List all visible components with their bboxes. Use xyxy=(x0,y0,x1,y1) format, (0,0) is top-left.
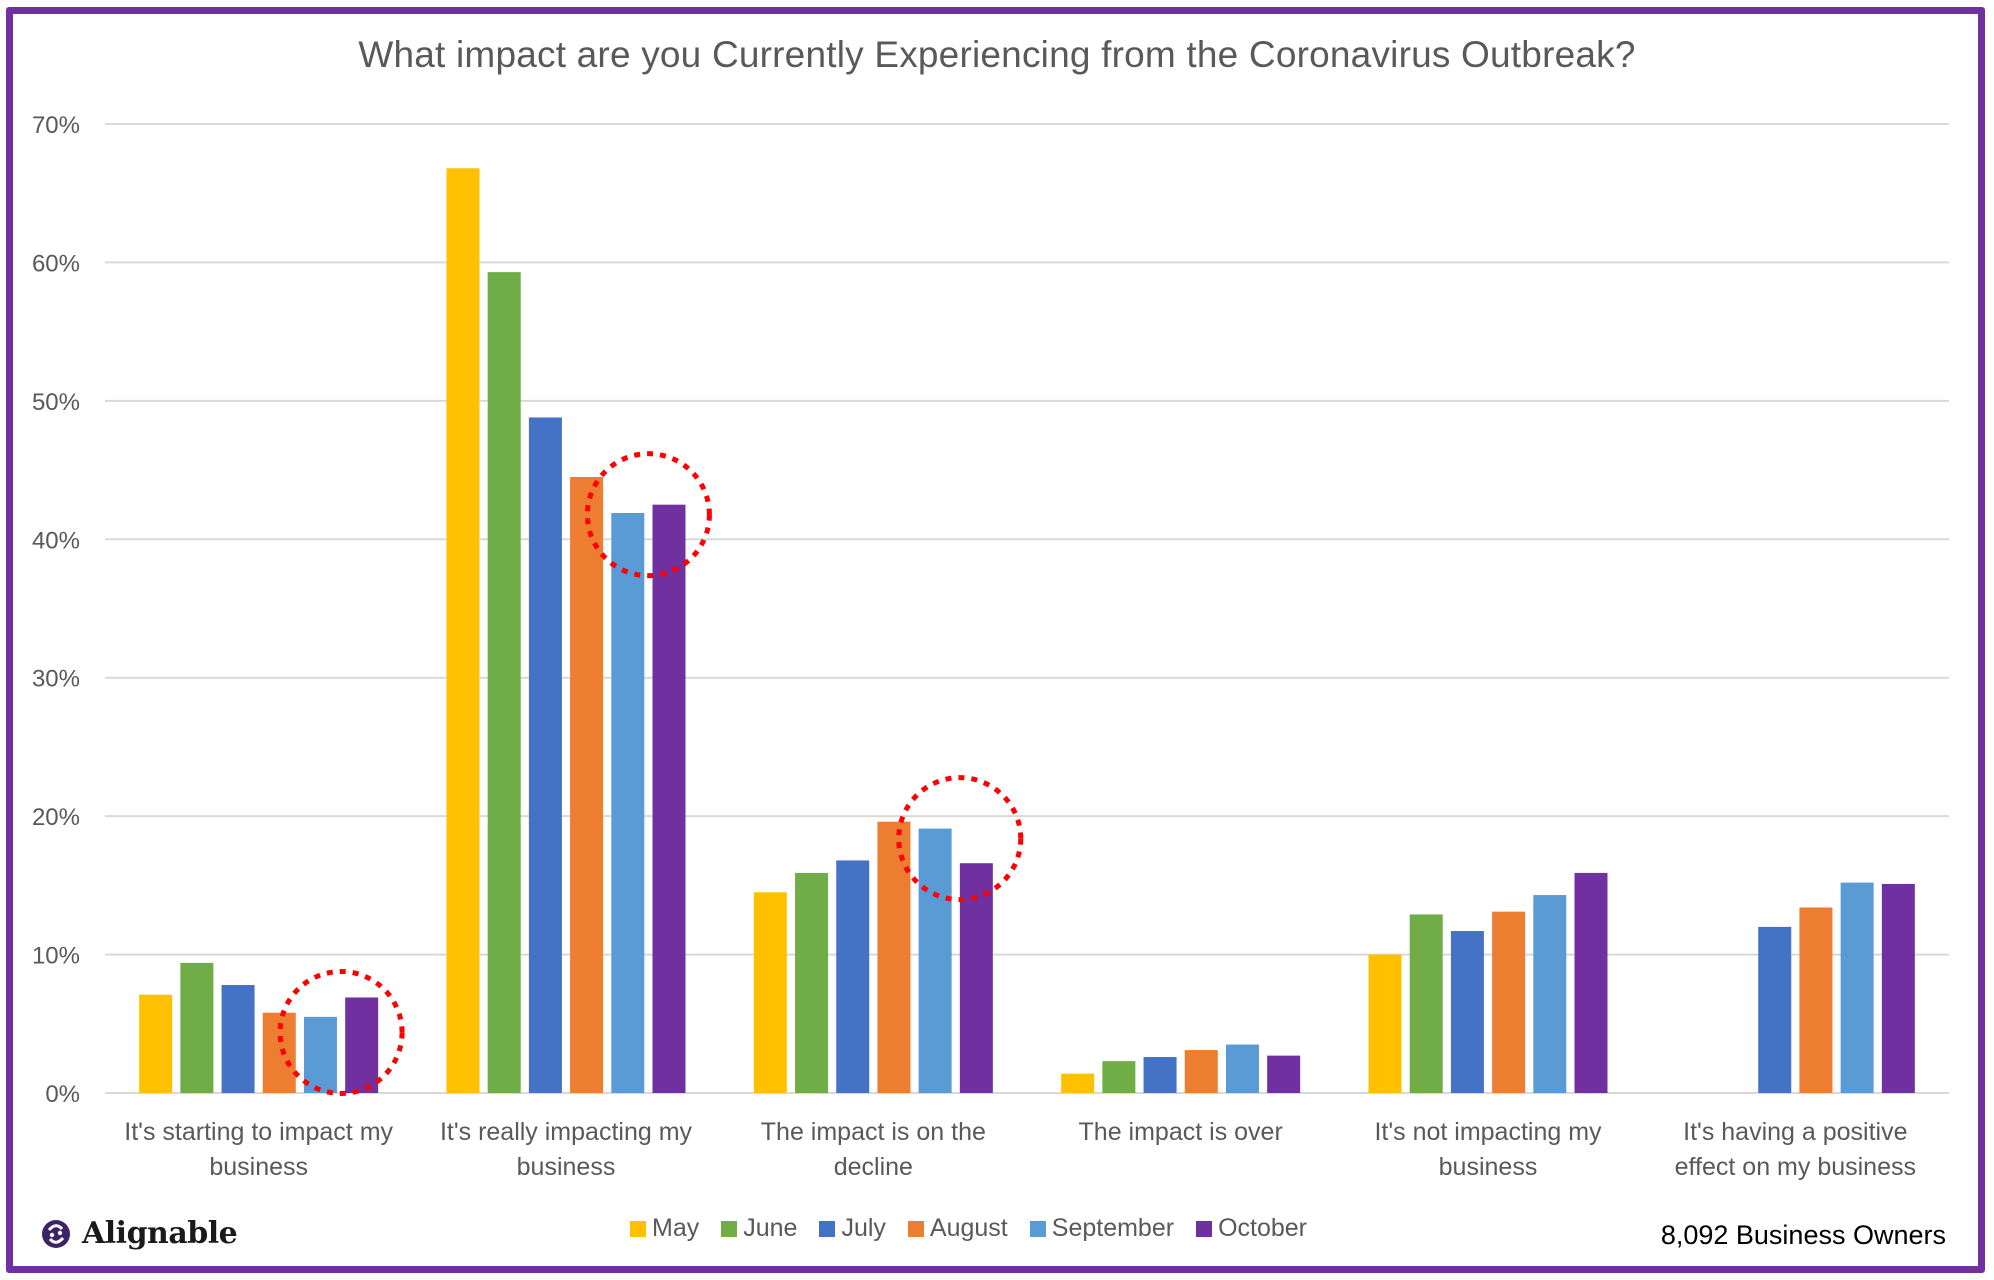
x-tick-label: decline xyxy=(834,1153,913,1181)
bar-october xyxy=(652,504,686,1093)
bar-june xyxy=(795,872,829,1093)
brand-logo: Alignable xyxy=(40,1216,238,1251)
legend-swatch xyxy=(907,1220,924,1237)
x-tick-label: effect on my business xyxy=(1675,1153,1916,1181)
x-tick-label: business xyxy=(517,1153,616,1181)
bar-may xyxy=(139,994,173,1093)
highlight-circle xyxy=(584,451,712,579)
x-tick-label: business xyxy=(209,1153,308,1181)
highlight-circle xyxy=(896,775,1024,903)
bar-october xyxy=(345,997,379,1093)
chart-legend: May June July August September October xyxy=(630,1214,1329,1243)
bar-september xyxy=(1840,882,1874,1093)
y-tick-label: 60% xyxy=(32,250,80,277)
bar-may xyxy=(753,892,787,1093)
bar-september xyxy=(918,828,952,1093)
x-tick-label: It's starting to impact my xyxy=(124,1118,393,1146)
bar-may xyxy=(1368,954,1402,1093)
legend-item: October xyxy=(1196,1214,1307,1243)
x-tick-label: The impact is over xyxy=(1079,1118,1283,1146)
bar-june xyxy=(180,962,214,1093)
legend-item: June xyxy=(721,1214,797,1243)
sample-size-label: 8,092 Business Owners xyxy=(1660,1220,1946,1250)
bar-september xyxy=(1225,1044,1259,1093)
bar-october xyxy=(1267,1055,1301,1093)
legend-label: July xyxy=(841,1214,886,1242)
y-tick-label: 40% xyxy=(32,527,80,554)
bar-chart: 0% 10% 20% 30% 40% 50% 60% 70% It's starting to … xyxy=(32,112,1949,1181)
y-tick-label: 50% xyxy=(32,389,80,416)
bar-july xyxy=(1758,926,1792,1093)
x-tick-label: business xyxy=(1439,1153,1538,1181)
y-tick-label: 10% xyxy=(32,943,80,970)
bar-august xyxy=(1799,907,1833,1093)
legend-item: July xyxy=(819,1214,886,1243)
legend-swatch xyxy=(819,1220,836,1237)
bar-october xyxy=(1881,883,1915,1093)
highlight-circle xyxy=(277,968,405,1096)
y-tick-label: 70% xyxy=(32,112,80,139)
legend-label: June xyxy=(743,1214,798,1242)
y-tick-label: 30% xyxy=(32,666,80,693)
bar-august xyxy=(1492,911,1526,1093)
legend-item: August xyxy=(907,1214,1008,1243)
legend-swatch xyxy=(630,1220,646,1237)
bar-july xyxy=(528,417,562,1093)
bar-july xyxy=(1450,931,1484,1093)
bar-july xyxy=(1143,1057,1177,1093)
bar-august xyxy=(1184,1050,1218,1093)
x-tick-label: It's not impacting my xyxy=(1374,1118,1602,1146)
legend-swatch xyxy=(1029,1220,1046,1237)
bar-july xyxy=(221,985,255,1093)
bar-september xyxy=(1533,895,1567,1093)
bar-may xyxy=(1061,1073,1095,1093)
legend-label: October xyxy=(1218,1214,1307,1242)
brand-name: Alignable xyxy=(82,1216,238,1251)
legend-swatch xyxy=(721,1220,738,1237)
x-tick-label: It's really impacting my xyxy=(440,1118,693,1146)
x-tick-label: The impact is on the xyxy=(761,1118,986,1146)
legend-swatch xyxy=(1196,1220,1213,1237)
bar-august xyxy=(570,476,604,1093)
legend-label: May xyxy=(652,1214,700,1242)
bar-june xyxy=(1102,1061,1136,1093)
legend-item: May xyxy=(630,1214,699,1243)
legend-label: August xyxy=(929,1214,1008,1242)
bar-september xyxy=(611,512,645,1093)
bar-july xyxy=(836,860,870,1093)
alignable-logo-icon xyxy=(42,1219,70,1248)
bar-june xyxy=(487,272,521,1094)
bar-october xyxy=(1574,872,1608,1093)
bar-may xyxy=(446,168,480,1094)
x-tick-label: It's having a positive xyxy=(1683,1118,1907,1146)
bar-august xyxy=(877,821,911,1093)
y-tick-label: 20% xyxy=(32,804,80,831)
legend-label: September xyxy=(1051,1214,1175,1242)
legend-item: September xyxy=(1029,1214,1175,1243)
bar-june xyxy=(1409,914,1443,1093)
y-tick-label: 0% xyxy=(45,1081,80,1108)
